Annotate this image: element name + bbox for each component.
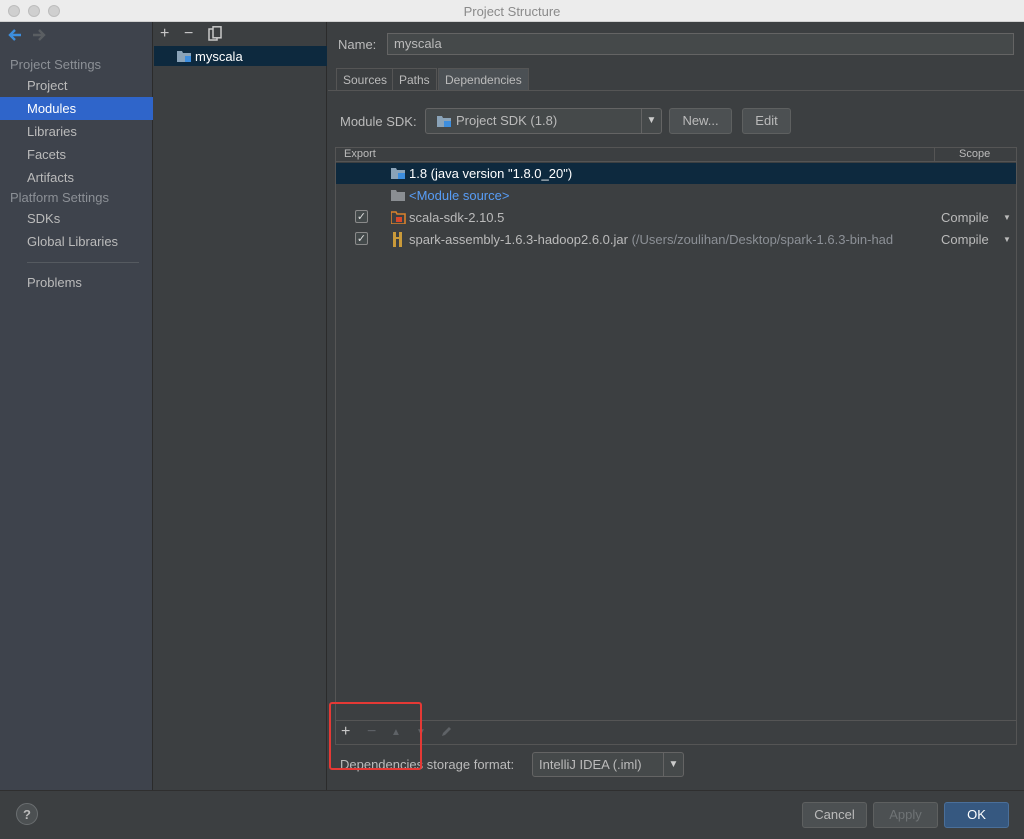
dependency-name: scala-sdk-2.10.5 — [409, 210, 505, 225]
module-sdk-value: Project SDK (1.8) — [456, 113, 558, 128]
sidebar-item-problems[interactable]: Problems — [0, 271, 153, 294]
cancel-button[interactable]: Cancel — [802, 802, 867, 828]
module-sdk-select[interactable]: Project SDK (1.8) ▼ — [425, 108, 662, 134]
dialog-footer — [0, 790, 1024, 839]
scope-select[interactable]: Compile — [941, 210, 989, 225]
back-button[interactable] — [8, 28, 22, 45]
arrow-left-icon — [8, 29, 21, 41]
module-folder-icon — [177, 50, 192, 65]
sidebar-item-facets[interactable]: Facets — [0, 143, 153, 166]
sdk-folder-icon — [437, 115, 452, 130]
sidebar-item-global-libraries[interactable]: Global Libraries — [0, 230, 153, 253]
sidebar-item-modules[interactable]: Modules — [0, 97, 153, 120]
sidebar-divider — [27, 262, 139, 263]
module-list-panel — [154, 22, 327, 790]
copy-module-button[interactable] — [208, 26, 222, 45]
name-label: Name: — [338, 37, 377, 52]
export-checkbox[interactable]: ✓ — [355, 210, 368, 223]
column-divider — [934, 147, 935, 161]
scope-select[interactable]: Compile — [941, 232, 989, 247]
sidebar-item-sdks[interactable]: SDKs — [0, 207, 153, 230]
tab-dependencies[interactable]: Dependencies — [438, 68, 529, 90]
apply-button[interactable]: Apply — [873, 802, 938, 828]
jdk-folder-icon — [391, 167, 406, 182]
chevron-down-icon[interactable]: ▼ — [1003, 235, 1011, 244]
tab-paths[interactable]: Paths — [392, 68, 437, 90]
window-title: Project Structure — [463, 4, 561, 19]
new-sdk-button[interactable]: New... — [669, 108, 732, 134]
forward-button[interactable] — [32, 28, 46, 45]
export-checkbox[interactable]: ✓ — [355, 232, 368, 245]
edit-sdk-button[interactable]: Edit — [742, 108, 791, 134]
storage-format-select[interactable]: IntelliJ IDEA (.iml) ▼ — [532, 752, 684, 777]
add-module-button[interactable]: + — [160, 26, 169, 42]
chevron-down-icon[interactable]: ▼ — [1003, 213, 1011, 222]
source-folder-icon — [391, 189, 406, 204]
col-export-header[interactable]: Export — [344, 148, 376, 160]
ok-button[interactable]: OK — [944, 802, 1009, 828]
col-scope-header[interactable]: Scope — [959, 148, 990, 160]
sidebar-item-artifacts[interactable]: Artifacts — [0, 166, 153, 189]
module-name: myscala — [195, 49, 243, 64]
help-button[interactable]: ? — [16, 803, 38, 825]
copy-icon — [208, 26, 222, 41]
title-bar: Project Structure — [0, 0, 1024, 22]
table-header: Export Scope — [336, 147, 1016, 162]
arrow-right-icon — [33, 29, 46, 41]
highlight-box — [329, 702, 422, 770]
module-sdk-label: Module SDK: — [340, 114, 417, 129]
sidebar-item-project[interactable]: Project — [0, 74, 153, 97]
name-input[interactable]: myscala — [387, 33, 1014, 55]
chevron-down-icon: ▼ — [641, 109, 661, 133]
storage-format-value: IntelliJ IDEA (.iml) — [539, 757, 642, 772]
dependency-row-text: spark-assembly-1.6.3-hadoop2.6.0.jar (/U… — [409, 232, 936, 247]
table-toolbar — [335, 720, 1017, 745]
sidebar-item-libraries[interactable]: Libraries — [0, 120, 153, 143]
chevron-down-icon: ▼ — [663, 753, 683, 776]
remove-module-button[interactable]: − — [184, 26, 193, 42]
edit-dependency-button[interactable] — [440, 725, 453, 741]
project-settings-header: Project Settings — [10, 57, 102, 72]
tab-sources[interactable]: Sources — [336, 68, 395, 90]
dependency-name: 1.8 (java version "1.8.0_20") — [409, 166, 573, 181]
platform-settings-header: Platform Settings — [10, 190, 109, 205]
pencil-icon — [442, 727, 451, 736]
dependency-name: spark-assembly-1.6.3-hadoop2.6.0.jar — [409, 232, 628, 247]
jar-icon — [392, 232, 404, 250]
dependency-path: (/Users/zoulihan/Desktop/spark-1.6.3-bin… — [631, 232, 894, 247]
module-source-link[interactable]: <Module source> — [409, 188, 509, 203]
scala-library-icon — [390, 211, 406, 227]
